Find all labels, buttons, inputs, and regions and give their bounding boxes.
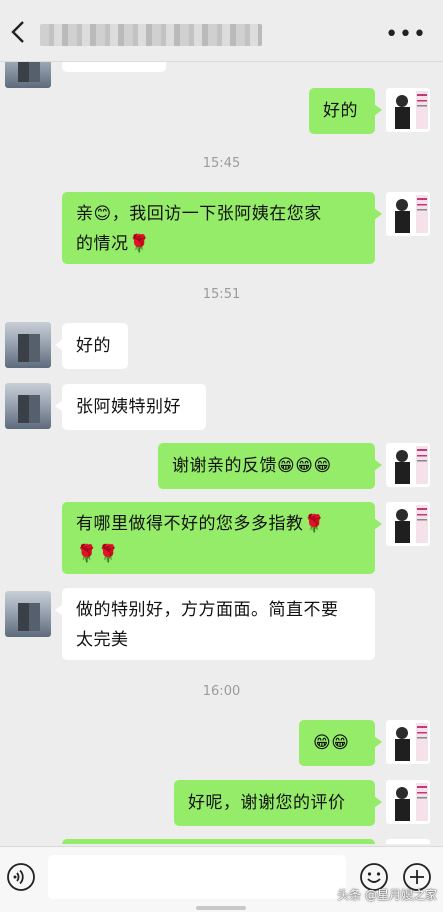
my-avatar[interactable]	[386, 780, 430, 824]
message-bubble-out: 好的	[309, 88, 382, 134]
message-text: 张阿姨特别好	[76, 397, 181, 417]
message-bubble-in: 张阿姨特别好	[55, 384, 206, 430]
agency-avatar-icon	[395, 446, 428, 484]
home-indicator	[196, 906, 246, 910]
contact-avatar[interactable]	[5, 383, 51, 429]
message-text-line: 有哪里做得不好的您多多指教🌹	[76, 514, 326, 534]
my-avatar[interactable]	[386, 192, 430, 236]
agency-avatar-icon	[395, 723, 428, 761]
message-text-line: 太完美	[76, 630, 129, 650]
my-avatar[interactable]	[386, 720, 430, 764]
chat-header: •••	[0, 0, 443, 62]
more-options-icon[interactable]: •••	[385, 22, 427, 47]
message-bubble-out	[62, 839, 375, 844]
message-bubble-out: 谢谢亲的反馈😁😁😁	[158, 443, 382, 489]
timestamp: 15:51	[202, 287, 241, 302]
message-text-line: 🌹🌹	[76, 544, 120, 564]
message-bubble-out: 好呢，谢谢您的评价	[174, 780, 382, 826]
message-input[interactable]	[48, 855, 346, 899]
message-text: 好的	[323, 101, 358, 121]
watermark: 头条 @星月嫂之家	[337, 888, 437, 902]
message-bubble-out: 😁😁	[299, 720, 382, 766]
contact-avatar[interactable]	[5, 591, 51, 637]
timestamp: 16:00	[202, 684, 241, 699]
voice-input-icon[interactable]	[6, 862, 36, 892]
message-text: 好的	[76, 336, 111, 356]
my-avatar[interactable]	[386, 443, 430, 487]
message-text-line: 的情况🌹	[76, 234, 151, 254]
message-text: 好呢，谢谢您的评价	[188, 793, 346, 813]
agency-avatar-icon	[395, 783, 428, 821]
message-bubble-in	[62, 62, 166, 72]
my-avatar[interactable]	[386, 502, 430, 546]
agency-avatar-icon	[395, 505, 428, 543]
message-text-line: 亲😊，我回访一下张阿姨在您家	[76, 204, 322, 224]
message-text-line: 做的特别好，方方面面。简直不要	[76, 600, 339, 620]
my-avatar[interactable]	[386, 88, 430, 132]
message-text: 谢谢亲的反馈😁😁😁	[172, 456, 332, 476]
agency-avatar-icon	[395, 195, 428, 233]
message-bubble-out: 亲😊，我回访一下张阿姨在您家 的情况🌹	[62, 192, 382, 264]
back-icon[interactable]	[8, 18, 30, 46]
contact-name-blurred	[40, 24, 262, 46]
agency-avatar-icon	[395, 91, 428, 129]
message-list[interactable]: 好的 15:45 亲😊，我回访一下张阿姨在您家 的情况🌹 15:51 好的 张阿…	[0, 62, 443, 844]
my-avatar[interactable]	[386, 839, 430, 844]
message-bubble-in: 好的	[55, 323, 128, 369]
message-bubble-out: 有哪里做得不好的您多多指教🌹 🌹🌹	[62, 502, 382, 574]
timestamp: 15:45	[202, 156, 241, 171]
contact-avatar[interactable]	[5, 62, 51, 88]
message-text: 😁😁	[313, 733, 350, 753]
contact-avatar[interactable]	[5, 322, 51, 368]
message-bubble-in: 做的特别好，方方面面。简直不要 太完美	[55, 588, 375, 660]
